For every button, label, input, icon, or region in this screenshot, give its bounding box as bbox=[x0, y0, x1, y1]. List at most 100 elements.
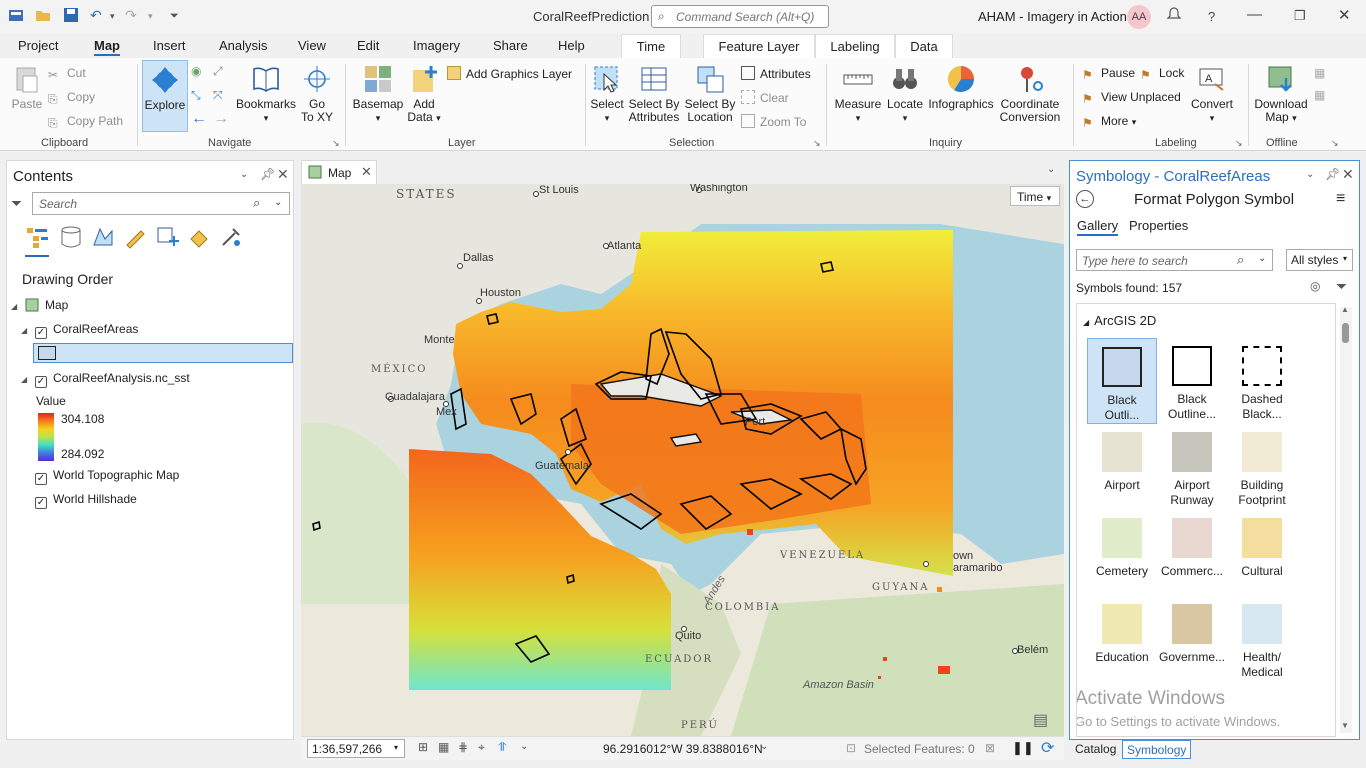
pause-labeling-button[interactable]: ⚑ Pause bbox=[1082, 66, 1135, 82]
tab-help[interactable]: Help bbox=[558, 38, 585, 53]
tab-properties[interactable]: Properties bbox=[1129, 218, 1188, 233]
tab-analysis[interactable]: Analysis bbox=[219, 38, 267, 53]
symbol-card[interactable]: Education bbox=[1087, 596, 1157, 682]
symbol-card[interactable]: Health/Medical bbox=[1227, 596, 1297, 682]
symbol-patch-row[interactable] bbox=[33, 343, 293, 363]
list-by-source-icon[interactable] bbox=[59, 225, 83, 252]
toc-layer-coralreefareas[interactable]: ◢ ✓ CoralReefAreas bbox=[21, 322, 138, 339]
visibility-checkbox[interactable]: ✓ bbox=[35, 497, 47, 509]
contents-search-input[interactable]: Search ⌕ ⌄ bbox=[32, 192, 290, 215]
list-by-selection-icon[interactable] bbox=[155, 225, 179, 252]
list-by-labeling-icon[interactable] bbox=[123, 225, 147, 252]
select-by-location-button[interactable]: Select By Location bbox=[683, 64, 737, 124]
undo-dropdown-icon[interactable]: ▾ bbox=[110, 11, 115, 22]
tab-symbology[interactable]: Symbology bbox=[1122, 740, 1192, 759]
symbol-card[interactable]: Governme... bbox=[1157, 596, 1227, 682]
tab-imagery[interactable]: Imagery bbox=[413, 38, 460, 53]
collapse-icon[interactable]: ◢ bbox=[11, 302, 21, 311]
lock-labeling-button[interactable]: ⚑ Lock bbox=[1140, 66, 1184, 82]
toc-layer-topographic[interactable]: ✓ World Topographic Map bbox=[35, 468, 179, 485]
symbol-card[interactable]: Airport bbox=[1087, 424, 1157, 510]
tab-labeling[interactable]: Labeling bbox=[815, 34, 895, 58]
tab-map[interactable]: Map bbox=[94, 38, 120, 56]
close-window-icon[interactable]: ✕ bbox=[1338, 6, 1351, 24]
tab-catalog[interactable]: Catalog bbox=[1075, 742, 1116, 756]
selection-launcher-icon[interactable]: ↘ bbox=[813, 138, 821, 149]
pane-options-icon[interactable]: ⌄ bbox=[1306, 169, 1314, 180]
list-by-perspective-icon[interactable] bbox=[219, 225, 243, 252]
scroll-down-icon[interactable]: ▼ bbox=[1341, 721, 1349, 730]
undo-icon[interactable]: ↶ bbox=[90, 7, 102, 24]
download-map-button[interactable]: Download Map ▾ bbox=[1252, 64, 1310, 125]
select-by-attributes-button[interactable]: Select By Attributes bbox=[627, 64, 681, 124]
view-unplaced-button[interactable]: ⚑ View Unplaced bbox=[1082, 90, 1181, 106]
remove-offline-icon[interactable]: ▦ bbox=[1314, 88, 1325, 102]
visibility-checkbox[interactable]: ✓ bbox=[35, 327, 47, 339]
coordinate-conversion-button[interactable]: Coordinate Conversion bbox=[997, 64, 1063, 124]
close-pane-icon[interactable]: ✕ bbox=[1342, 166, 1354, 183]
open-project-icon[interactable] bbox=[35, 7, 51, 26]
redo-icon[interactable]: ↷ bbox=[125, 7, 137, 24]
notifications-bell-icon[interactable] bbox=[1166, 6, 1182, 26]
collapse-icon[interactable]: ◢ bbox=[21, 326, 31, 335]
gallery-scrollbar[interactable]: ▲ ▼ bbox=[1340, 305, 1352, 733]
attributes-button[interactable]: Attributes bbox=[741, 66, 811, 81]
convert-button[interactable]: A Convert ▾ bbox=[1188, 64, 1236, 125]
symbol-search-input[interactable]: Type here to search ⌕ ⌄ bbox=[1076, 249, 1273, 271]
filter-icon[interactable]: ⏷ bbox=[11, 195, 22, 212]
zoom-out-fixed-icon[interactable]: ⤧ bbox=[213, 88, 223, 103]
command-search-input[interactable]: ⌕ Command Search (Alt+Q) bbox=[651, 5, 829, 28]
symbol-card[interactable]: Commerc... bbox=[1157, 510, 1227, 596]
measure-button[interactable]: Measure ▾ bbox=[833, 64, 883, 125]
pane-options-icon[interactable]: ⌄ bbox=[240, 169, 248, 180]
symbol-card[interactable]: Cemetery bbox=[1087, 510, 1157, 596]
tab-list-chevron-icon[interactable]: ⌄ bbox=[1047, 164, 1055, 175]
symbol-card[interactable]: Black Outline... bbox=[1157, 338, 1227, 424]
tab-gallery[interactable]: Gallery bbox=[1077, 218, 1119, 236]
next-extent-icon[interactable]: → bbox=[213, 110, 229, 128]
tab-insert[interactable]: Insert bbox=[153, 38, 186, 53]
zoom-in-fixed-icon[interactable]: ⤡ bbox=[191, 88, 201, 103]
navigate-launcher-icon[interactable]: ↘ bbox=[332, 138, 340, 149]
pin-icon[interactable]: 📌︎ bbox=[260, 167, 275, 181]
pause-drawing-icon[interactable]: ❚❚ bbox=[1012, 740, 1034, 756]
full-extent-icon[interactable]: ◉ bbox=[191, 64, 201, 78]
tab-view[interactable]: View bbox=[298, 38, 326, 53]
tab-time[interactable]: Time bbox=[621, 34, 681, 58]
offline-launcher-icon[interactable]: ↘ bbox=[1331, 138, 1339, 149]
explore-button[interactable]: Explore bbox=[142, 60, 188, 132]
symbol-card[interactable]: Black Outli... bbox=[1087, 338, 1157, 424]
symbol-card[interactable]: Airport Runway bbox=[1157, 424, 1227, 510]
back-arrow-icon[interactable]: ← bbox=[1076, 190, 1094, 208]
eye-options-icon[interactable]: ◎ bbox=[1310, 279, 1320, 293]
cut-button[interactable]: ✂ Cut bbox=[48, 66, 86, 82]
menu-icon[interactable]: ≡ bbox=[1336, 190, 1345, 208]
refresh-icon[interactable]: ⟳ bbox=[1041, 738, 1054, 758]
snapping-icon[interactable]: ⋕ bbox=[458, 740, 468, 754]
toc-layer-hillshade[interactable]: ✓ World Hillshade bbox=[35, 492, 137, 509]
scrollbar-thumb[interactable] bbox=[1342, 323, 1349, 343]
list-by-snapping-icon[interactable] bbox=[187, 225, 211, 252]
clear-selection-button[interactable]: Clear bbox=[741, 90, 789, 105]
map-tips-icon[interactable]: ▤ bbox=[1033, 710, 1048, 730]
symbol-card[interactable]: Dashed Black... bbox=[1227, 338, 1297, 424]
list-by-drawing-order-icon[interactable] bbox=[25, 225, 49, 257]
copy-path-button[interactable]: ⎘ Copy Path bbox=[48, 114, 123, 130]
visibility-checkbox[interactable]: ✓ bbox=[35, 473, 47, 485]
time-slider-button[interactable]: Time ▾ bbox=[1010, 186, 1060, 206]
chevron-down-icon[interactable]: ⌄ bbox=[1258, 253, 1266, 264]
copy-button[interactable]: ⎘ Copy bbox=[48, 90, 95, 106]
paste-button[interactable]: Paste bbox=[8, 64, 46, 111]
customize-toolbar-icon[interactable]: ⏷ bbox=[170, 10, 179, 23]
help-icon[interactable]: ? bbox=[1208, 9, 1215, 24]
basemap-button[interactable]: Basemap ▾ bbox=[352, 64, 404, 125]
clear-selected-icon[interactable]: ⊠ bbox=[985, 741, 995, 755]
symbol-card[interactable]: Building Footprint bbox=[1227, 424, 1297, 510]
add-data-button[interactable]: Add Data ▾ bbox=[404, 64, 444, 125]
grid-tool-icon[interactable]: ⊞ bbox=[418, 740, 428, 754]
styles-dropdown[interactable]: All styles ▾ bbox=[1286, 249, 1353, 271]
bookmarks-button[interactable]: Bookmarks ▾ bbox=[234, 64, 298, 125]
redo-dropdown-icon[interactable]: ▾ bbox=[148, 11, 153, 22]
locate-button[interactable]: Locate ▾ bbox=[883, 64, 927, 125]
polygon-symbol-patch[interactable] bbox=[38, 346, 56, 360]
